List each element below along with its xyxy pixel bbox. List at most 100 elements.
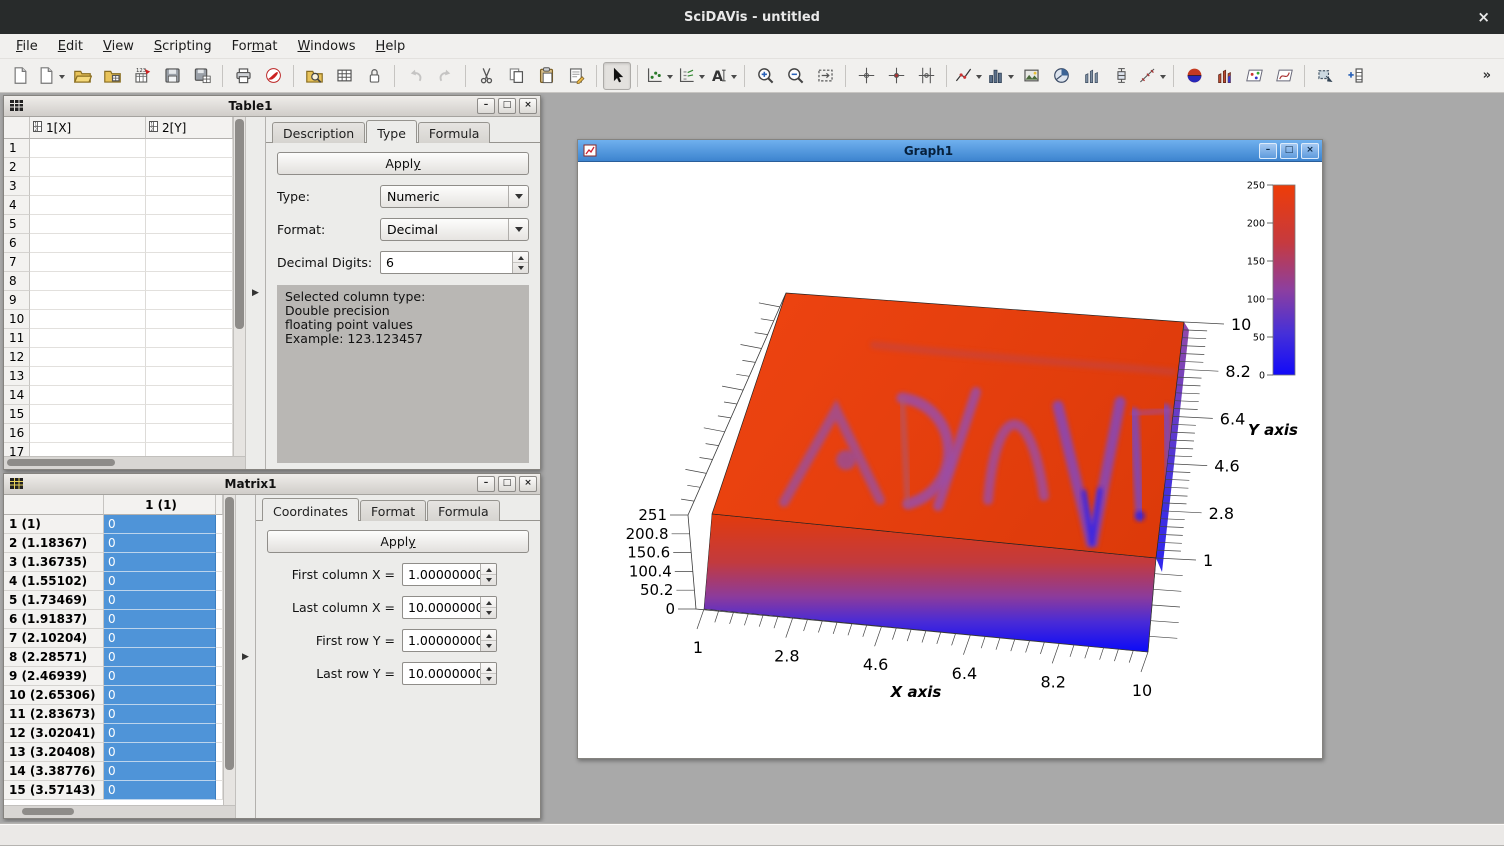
- column-header-2[Y][interactable]: 122[Y]: [146, 117, 233, 139]
- row-header[interactable]: 3: [4, 177, 30, 196]
- row-header[interactable]: 14: [4, 386, 30, 405]
- spin-down-icon[interactable]: [481, 607, 496, 618]
- table-cell[interactable]: [146, 386, 233, 405]
- table-cell[interactable]: [146, 329, 233, 348]
- matrix-column-header-partial[interactable]: [216, 495, 223, 515]
- table1-titlebar[interactable]: Table1 – □ ×: [4, 96, 540, 117]
- table-cell[interactable]: [30, 367, 146, 386]
- coordinate-spinbox-0[interactable]: 1.000000000: [402, 563, 497, 586]
- matrix-row-header[interactable]: 1 (1): [4, 515, 104, 534]
- graph1-maximize-button[interactable]: □: [1280, 143, 1298, 159]
- matrix1-titlebar[interactable]: Matrix1 – □ ×: [4, 474, 540, 495]
- new-curve-button[interactable]: [644, 62, 674, 90]
- column-header-1[X][interactable]: 121[X]: [30, 117, 146, 139]
- coordinate-spinbox-2[interactable]: 1.000000000: [402, 629, 497, 652]
- row-header[interactable]: 11: [4, 329, 30, 348]
- export-pdf-button[interactable]: [259, 62, 287, 90]
- matrix-row-header[interactable]: 7 (2.10204): [4, 629, 104, 648]
- matrix1-close-button[interactable]: ×: [519, 476, 537, 492]
- toolbar-overflow-chevron[interactable]: »: [1475, 68, 1499, 83]
- spin-down-icon[interactable]: [481, 574, 496, 585]
- matrix-cell[interactable]: [216, 591, 223, 610]
- new-aspect-button[interactable]: [36, 62, 66, 90]
- matrix-cell[interactable]: [216, 629, 223, 648]
- rescale-button[interactable]: [811, 62, 839, 90]
- matrix-cell-selected[interactable]: 0: [104, 591, 216, 610]
- row-header[interactable]: 15: [4, 405, 30, 424]
- row-header[interactable]: 17: [4, 443, 30, 456]
- table-cell[interactable]: [146, 272, 233, 291]
- table-cell[interactable]: [146, 234, 233, 253]
- row-header[interactable]: 8: [4, 272, 30, 291]
- plot3d-surface-button[interactable]: [1180, 62, 1208, 90]
- paste-button[interactable]: [532, 62, 560, 90]
- table-cell[interactable]: [30, 215, 146, 234]
- table-cell[interactable]: [146, 196, 233, 215]
- graph1-titlebar[interactable]: Graph1 – □ ×: [578, 140, 1322, 162]
- plot3d-scatter-button[interactable]: [1240, 62, 1268, 90]
- table1-grid[interactable]: 121[X]122[Y]1234567891011121314151617: [4, 117, 233, 456]
- table1-horizontal-scrollbar[interactable]: [4, 456, 245, 469]
- matrix-cell[interactable]: [216, 553, 223, 572]
- pointer-button[interactable]: [603, 62, 631, 90]
- matrix-cell[interactable]: [216, 610, 223, 629]
- box-plot-button[interactable]: [1107, 62, 1135, 90]
- matrix-cell[interactable]: [216, 534, 223, 553]
- matrix-cell-selected[interactable]: 0: [104, 705, 216, 724]
- matrix-cell[interactable]: [216, 705, 223, 724]
- open-template-button[interactable]: [98, 62, 126, 90]
- matrix1-apply-button[interactable]: Apply: [267, 530, 529, 553]
- matrix-row-header[interactable]: 10 (2.65306): [4, 686, 104, 705]
- table1-apply-button[interactable]: Apply: [277, 152, 529, 175]
- table-cell[interactable]: [146, 215, 233, 234]
- matrix-cell-selected[interactable]: 0: [104, 553, 216, 572]
- surface-plot-canvas[interactable]: 12.84.66.48.210X axis12.84.66.48.210Y ax…: [578, 162, 1322, 758]
- table1-maximize-button[interactable]: □: [498, 98, 516, 114]
- row-header[interactable]: 7: [4, 253, 30, 272]
- matrix1-tab-format[interactable]: Format: [360, 500, 426, 521]
- row-header[interactable]: 6: [4, 234, 30, 253]
- table1-close-button[interactable]: ×: [519, 98, 537, 114]
- graph1-close-button[interactable]: ×: [1301, 143, 1319, 159]
- save-project-button[interactable]: [158, 62, 186, 90]
- table-cell[interactable]: [146, 291, 233, 310]
- menu-file[interactable]: File: [6, 36, 48, 57]
- row-header[interactable]: 4: [4, 196, 30, 215]
- zoom-out-button[interactable]: [781, 62, 809, 90]
- matrix-cell-selected[interactable]: 0: [104, 572, 216, 591]
- row-header[interactable]: 12: [4, 348, 30, 367]
- table-cell[interactable]: [30, 443, 146, 456]
- matrix-cell-selected[interactable]: 0: [104, 534, 216, 553]
- matrix-cell[interactable]: [216, 743, 223, 762]
- matrix-row-header[interactable]: 14 (3.38776): [4, 762, 104, 781]
- table-cell[interactable]: [30, 158, 146, 177]
- matrix-cell[interactable]: [216, 724, 223, 743]
- spin-up-icon[interactable]: [481, 564, 496, 574]
- menu-scripting[interactable]: Scripting: [144, 36, 222, 57]
- matrix-row-header[interactable]: 6 (1.91837): [4, 610, 104, 629]
- decimal-digits-spinbox[interactable]: 6: [380, 251, 529, 274]
- spin-down-icon[interactable]: [481, 640, 496, 651]
- zoom-in-button[interactable]: [751, 62, 779, 90]
- matrix-row-header[interactable]: 15 (3.57143): [4, 781, 104, 800]
- copy-button[interactable]: [502, 62, 530, 90]
- table-cell[interactable]: [30, 177, 146, 196]
- bar-plot-button[interactable]: [985, 62, 1015, 90]
- corner-header[interactable]: [4, 117, 30, 139]
- matrix-cell[interactable]: [216, 667, 223, 686]
- row-header[interactable]: 5: [4, 215, 30, 234]
- row-header[interactable]: 9: [4, 291, 30, 310]
- dropdown-arrow-icon[interactable]: [667, 75, 673, 82]
- undo-button[interactable]: [401, 62, 429, 90]
- matrix-cell-selected[interactable]: 0: [104, 724, 216, 743]
- table-cell[interactable]: [146, 158, 233, 177]
- matrix-row-header[interactable]: 9 (2.46939): [4, 667, 104, 686]
- table-cell[interactable]: [146, 367, 233, 386]
- table-cell[interactable]: [30, 234, 146, 253]
- menu-edit[interactable]: Edit: [48, 36, 93, 57]
- new-note-button[interactable]: [562, 62, 590, 90]
- matrix-row-header[interactable]: 13 (3.20408): [4, 743, 104, 762]
- matrix-row-header[interactable]: 2 (1.18367): [4, 534, 104, 553]
- screen-reader-button[interactable]: [852, 62, 880, 90]
- matrix1-panel-splitter[interactable]: ▶: [235, 495, 256, 818]
